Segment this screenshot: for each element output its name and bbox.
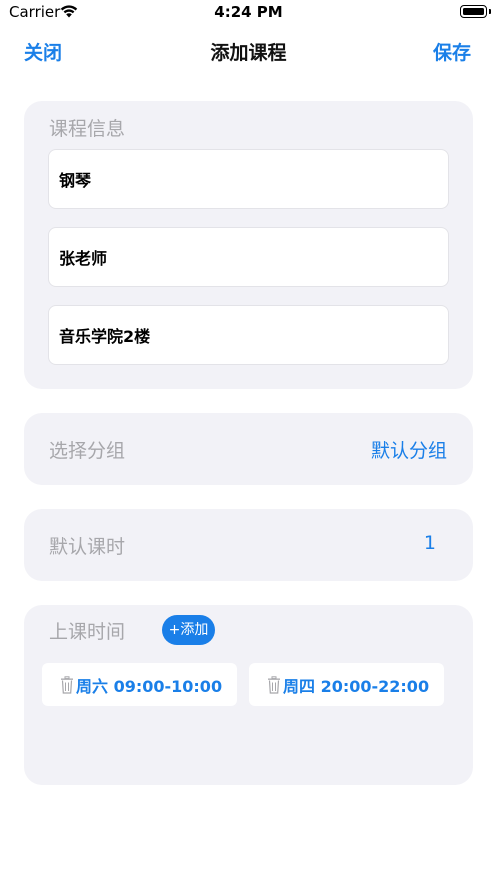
- course-info-card: 课程信息: [24, 101, 473, 389]
- time-slot[interactable]: 周四 20:00-22:00: [249, 663, 444, 706]
- teacher-field[interactable]: [48, 227, 449, 287]
- battery-tip: [489, 9, 491, 14]
- teacher-input[interactable]: [49, 228, 448, 286]
- nav-bar: 关闭 添加课程 保存: [0, 30, 497, 74]
- time-slot-label: 周四 20:00-22:00: [283, 676, 430, 696]
- default-hours-label: 默认课时: [49, 536, 126, 558]
- status-bar: Carrier 4:24 PM: [0, 0, 497, 26]
- trash-icon[interactable]: [267, 675, 281, 694]
- page-title: 添加课程: [210, 42, 287, 64]
- save-button[interactable]: 保存: [433, 38, 471, 65]
- status-time: 4:24 PM: [214, 3, 283, 21]
- time-slot[interactable]: 周六 09:00-10:00: [42, 663, 237, 706]
- location-field[interactable]: [48, 305, 449, 365]
- course-info-label: 课程信息: [49, 118, 126, 140]
- time-slot-label: 周六 09:00-10:00: [76, 676, 223, 696]
- group-select-row[interactable]: 选择分组 默认分组: [24, 413, 473, 485]
- course-name-input[interactable]: [49, 150, 448, 208]
- default-hours-row[interactable]: 默认课时 1: [24, 509, 473, 581]
- class-time-card: 上课时间 +添加 周六 09:00-10:00 周四 20:00-22:00: [24, 605, 473, 785]
- location-input[interactable]: [49, 306, 448, 364]
- add-time-button[interactable]: +添加: [162, 615, 215, 645]
- course-name-field[interactable]: [48, 149, 449, 209]
- default-hours-value[interactable]: 1: [424, 532, 436, 554]
- trash-icon[interactable]: [60, 675, 74, 694]
- group-value[interactable]: 默认分组: [371, 436, 447, 463]
- battery-icon: [460, 5, 487, 18]
- group-label: 选择分组: [49, 440, 126, 462]
- class-time-label: 上课时间: [49, 621, 126, 643]
